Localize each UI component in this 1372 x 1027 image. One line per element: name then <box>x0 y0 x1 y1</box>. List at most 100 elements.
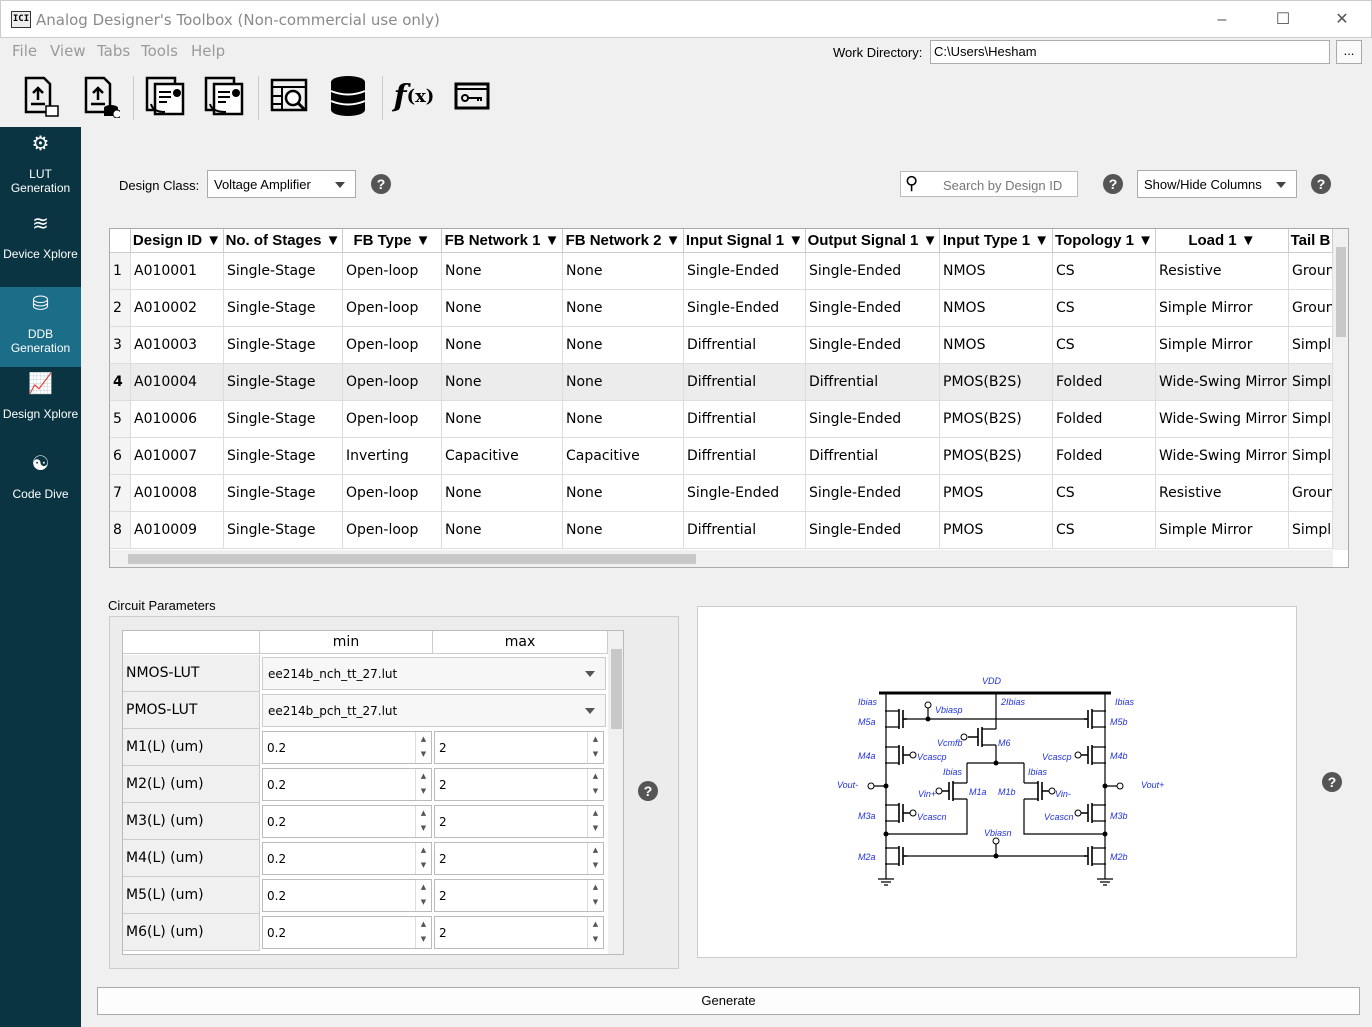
spin-arrows-icon[interactable]: ▲ ▼ <box>587 917 603 948</box>
min-header: min <box>260 631 433 654</box>
menu-help[interactable]: Help <box>191 42 225 60</box>
import-report-icon[interactable] <box>141 72 189 120</box>
spin-arrows-icon[interactable]: ▲ ▼ <box>415 843 431 874</box>
filter-icon[interactable]: ▼ <box>1030 232 1049 249</box>
column-header[interactable]: FB Type ▼ <box>343 229 442 253</box>
table-cell: PMOS(B2S) <box>940 438 1053 475</box>
show-hide-columns-select[interactable]: Show/Hide Columns <box>1137 170 1297 198</box>
chart-area-icon: 📈 <box>28 373 53 395</box>
search-input[interactable]: ⚲ Search by Design ID <box>900 171 1078 197</box>
help-icon[interactable]: ? <box>371 174 391 194</box>
help-icon[interactable]: ? <box>1103 174 1123 194</box>
table-cell: Simple <box>1289 364 1333 401</box>
column-header[interactable]: FB Network 2 ▼ <box>563 229 684 253</box>
max-spinbox[interactable]: 2 ▲ ▼ <box>434 879 604 912</box>
menu-tabs[interactable]: Tabs <box>97 42 130 60</box>
schematic-panel: VDD Ibias Vbiasp 2Ibias Ibias M5a M5b Vcmfb M6 M4… <box>697 606 1297 958</box>
filter-icon[interactable]: ▼ <box>540 232 560 249</box>
min-spinbox[interactable]: 0.2 ▲ ▼ <box>262 768 432 801</box>
spin-arrows-icon[interactable]: ▲ ▼ <box>415 917 431 948</box>
filter-icon[interactable]: ▼ <box>1237 232 1256 249</box>
row-number: 7 <box>110 475 131 512</box>
min-spinbox[interactable]: 0.2 ▲ ▼ <box>262 731 432 764</box>
filter-icon[interactable]: ▼ <box>202 232 221 249</box>
help-icon[interactable]: ? <box>1311 174 1331 194</box>
spin-arrows-icon[interactable]: ▲ ▼ <box>415 732 431 763</box>
table-cell: Ground <box>1289 475 1333 512</box>
browse-button[interactable]: ... <box>1336 40 1362 64</box>
table-search-icon[interactable] <box>266 72 314 120</box>
spin-arrows-icon[interactable]: ▲ ▼ <box>415 806 431 837</box>
function-icon[interactable]: f (x) <box>390 72 438 120</box>
wire <box>1092 710 1106 728</box>
node-dot <box>993 760 999 766</box>
menu-view[interactable]: View <box>50 42 86 60</box>
parameters-scrollbar[interactable] <box>608 631 623 954</box>
export-report-icon[interactable] <box>200 72 248 120</box>
column-header[interactable]: Topology 1 ▼ <box>1053 229 1156 253</box>
generate-button[interactable]: Generate <box>97 987 1360 1015</box>
max-spinbox[interactable]: 2 ▲ ▼ <box>434 731 604 764</box>
lut-select[interactable]: ee214b_nch_tt_27.lut <box>262 657 606 690</box>
help-icon[interactable]: ? <box>1322 772 1342 792</box>
table-cell: Diffrential <box>806 438 940 475</box>
close-button[interactable]: ✕ <box>1319 7 1365 33</box>
filter-icon[interactable]: ▼ <box>1134 232 1153 249</box>
vertical-scrollbar[interactable] <box>1333 229 1348 550</box>
sidebar-item-lut-generation[interactable]: ⚙ LUT Generation <box>0 127 81 207</box>
sidebar-item-code-dive[interactable]: ☯ Code Dive <box>0 447 81 527</box>
filter-icon[interactable]: ▼ <box>784 232 803 249</box>
corner-header[interactable] <box>110 229 131 253</box>
table-cell: Wide-Swing Mirror <box>1156 364 1289 401</box>
min-spinbox[interactable]: 0.2 ▲ ▼ <box>262 916 432 949</box>
column-header[interactable]: Input Type 1 ▼ <box>940 229 1053 253</box>
maximize-button[interactable]: ☐ <box>1260 7 1306 33</box>
help-icon[interactable]: ? <box>638 781 658 801</box>
upload-lut-icon[interactable] <box>16 72 64 120</box>
filter-icon[interactable]: ▼ <box>321 232 341 249</box>
min-spinbox[interactable]: 0.2 ▲ ▼ <box>262 805 432 838</box>
lut-select[interactable]: ee214b_pch_tt_27.lut <box>262 694 606 727</box>
chevron-down-icon <box>585 671 595 677</box>
column-header[interactable]: Output Signal 1 ▼ <box>806 229 940 253</box>
column-header[interactable]: Tail B <box>1289 229 1333 253</box>
filter-icon[interactable]: ▼ <box>918 232 938 249</box>
spin-arrows-icon[interactable]: ▲ ▼ <box>587 880 603 911</box>
filter-icon[interactable]: ▼ <box>412 232 431 249</box>
schematic-label: M3a <box>858 811 876 821</box>
node-dot <box>925 716 931 722</box>
database-icon[interactable] <box>324 72 372 120</box>
filter-icon[interactable]: ▼ <box>661 232 681 249</box>
horizontal-scrollbar[interactable] <box>110 550 1333 567</box>
max-spinbox[interactable]: 2 ▲ ▼ <box>434 768 604 801</box>
min-spinbox[interactable]: 0.2 ▲ ▼ <box>262 842 432 875</box>
min-spinbox[interactable]: 0.2 ▲ ▼ <box>262 879 432 912</box>
column-header[interactable]: No. of Stages ▼ <box>224 229 343 253</box>
spin-arrows-icon[interactable]: ▲ ▼ <box>587 806 603 837</box>
wire <box>953 782 967 800</box>
spin-arrows-icon[interactable]: ▲ ▼ <box>415 769 431 800</box>
spin-arrows-icon[interactable]: ▲ ▼ <box>587 732 603 763</box>
column-header[interactable]: FB Network 1 ▼ <box>442 229 563 253</box>
work-directory-label: Work Directory: <box>833 45 923 60</box>
sidebar-item-ddb-generation[interactable]: ⛁ DDB Generation <box>0 287 81 367</box>
sidebar-item-device-xplore[interactable]: ≋ Device Xplore <box>0 207 81 287</box>
column-header[interactable]: Input Signal 1 ▼ <box>684 229 806 253</box>
minimize-button[interactable]: – <box>1199 7 1245 33</box>
sidebar-item-design-xplore[interactable]: 📈 Design Xplore <box>0 367 81 447</box>
license-key-icon[interactable] <box>448 72 496 120</box>
max-spinbox[interactable]: 2 ▲ ▼ <box>434 842 604 875</box>
upload-database-icon[interactable] <box>76 72 124 120</box>
max-spinbox[interactable]: 2 ▲ ▼ <box>434 916 604 949</box>
spin-arrows-icon[interactable]: ▲ ▼ <box>415 880 431 911</box>
max-spinbox[interactable]: 2 ▲ ▼ <box>434 805 604 838</box>
column-header[interactable]: Design ID ▼ <box>131 229 224 253</box>
design-class-select[interactable]: Voltage Amplifier <box>207 170 356 198</box>
spin-arrows-icon[interactable]: ▲ ▼ <box>587 769 603 800</box>
column-header[interactable]: Load 1 ▼ <box>1156 229 1289 253</box>
menu-file[interactable]: File <box>12 42 37 60</box>
spin-arrows-icon[interactable]: ▲ ▼ <box>587 843 603 874</box>
work-directory-input[interactable]: C:\Users\Hesham <box>930 40 1330 64</box>
search-icon: ⚲ <box>905 173 919 193</box>
menu-tools[interactable]: Tools <box>141 42 178 60</box>
